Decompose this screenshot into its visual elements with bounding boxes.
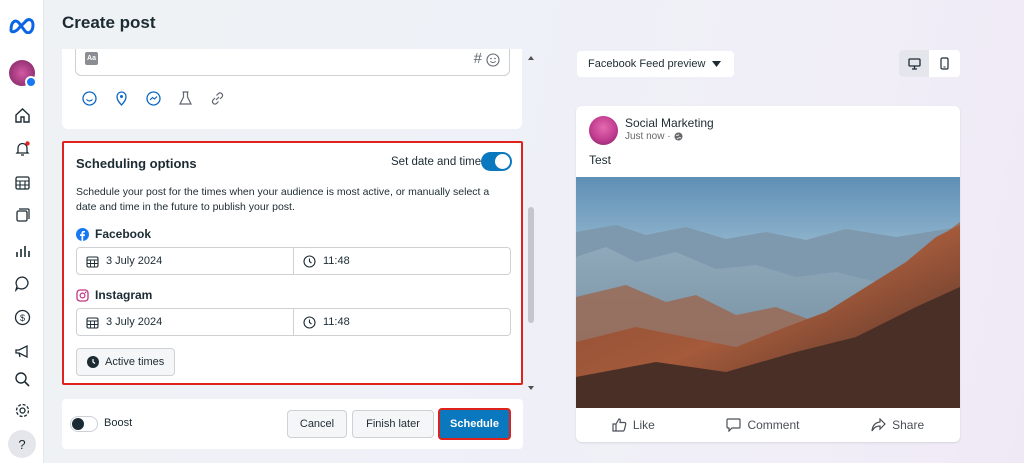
set-date-time-label: Set date and time: [391, 156, 482, 168]
messenger-icon[interactable]: [145, 90, 162, 107]
set-date-time-toggle[interactable]: [481, 152, 512, 171]
post-text-input[interactable]: Aa #: [75, 49, 510, 76]
inbox-icon[interactable]: [11, 272, 33, 294]
facebook-time-input[interactable]: 11:48: [293, 248, 510, 274]
scheduling-title: Scheduling options: [76, 156, 197, 171]
ads-icon[interactable]: [11, 340, 33, 362]
instagram-date-input[interactable]: 3 July 2024: [77, 309, 293, 335]
test-icon[interactable]: [177, 90, 194, 107]
active-times-label: Active times: [105, 356, 165, 368]
calendar-icon: [86, 316, 99, 329]
scheduling-options-panel: Scheduling options Set date and time Sch…: [62, 141, 523, 385]
location-icon[interactable]: [113, 90, 130, 107]
schedule-button[interactable]: Schedule: [438, 408, 511, 440]
comment-icon: [726, 418, 742, 432]
post-timestamp: Just now ·: [625, 131, 683, 142]
post-preview-card: Social Marketing Just now · Test Like Co: [576, 106, 960, 442]
notifications-icon[interactable]: [11, 137, 33, 159]
clock-filled-icon: [87, 356, 99, 368]
like-label: Like: [632, 418, 655, 432]
feeling-icon[interactable]: [81, 90, 98, 107]
instagram-platform-label: Instagram: [76, 288, 152, 302]
active-times-button[interactable]: Active times: [76, 348, 176, 376]
post-time-text: Just now ·: [625, 131, 671, 142]
boost-label: Boost: [104, 417, 133, 429]
share-icon: [871, 418, 886, 432]
emoji-icon[interactable]: [486, 53, 500, 67]
post-actions: Like Comment Share: [576, 408, 960, 442]
facebook-time-value: 11:48: [323, 255, 350, 267]
device-switcher: [899, 50, 960, 77]
facebook-date-input[interactable]: 3 July 2024: [77, 248, 293, 274]
page-avatar: [589, 116, 618, 145]
desktop-preview-button[interactable]: [899, 50, 929, 77]
scroll-down-icon[interactable]: [527, 385, 535, 391]
instagram-time-input[interactable]: 11:48: [293, 309, 510, 335]
scheduling-description: Schedule your post for the times when yo…: [76, 186, 490, 213]
caret-down-icon: [712, 61, 722, 67]
facebook-label: Facebook: [95, 227, 152, 241]
content-icon[interactable]: [11, 204, 33, 226]
search-icon[interactable]: [11, 368, 33, 390]
comment-button[interactable]: Comment: [726, 418, 799, 432]
mobile-icon: [939, 57, 949, 70]
facebook-platform-label: Facebook: [76, 227, 151, 241]
hashtag-icon[interactable]: #: [474, 50, 482, 67]
facebook-icon: [76, 227, 89, 241]
share-label: Share: [892, 418, 925, 432]
scrollbar-thumb[interactable]: [528, 207, 534, 323]
composer-footer: Boost Cancel Finish later Schedule: [62, 399, 523, 449]
like-icon: [612, 418, 627, 432]
monetization-icon[interactable]: $: [11, 306, 33, 328]
page-name: Social Marketing: [625, 116, 714, 130]
post-composer: Aa #: [62, 49, 522, 129]
planner-icon[interactable]: [11, 171, 33, 193]
account-avatar[interactable]: [8, 59, 37, 88]
clock-icon: [303, 254, 316, 268]
scroll-up-icon[interactable]: [527, 55, 535, 61]
post-text: Test: [589, 153, 612, 167]
finish-later-button[interactable]: Finish later: [352, 410, 434, 438]
composer-tools: [81, 90, 226, 107]
sidebar: $ ?: [0, 0, 44, 463]
instagram-label: Instagram: [95, 288, 153, 302]
mobile-preview-button[interactable]: [929, 50, 959, 77]
boost-toggle[interactable]: [70, 416, 98, 432]
desktop-icon: [907, 57, 921, 70]
instagram-icon: [76, 288, 89, 302]
preview-dropdown-label: Facebook Feed preview: [588, 58, 706, 70]
svg-text:$: $: [19, 313, 24, 323]
calendar-icon: [86, 255, 99, 268]
cancel-button[interactable]: Cancel: [287, 410, 347, 438]
meta-logo-icon[interactable]: [8, 14, 36, 36]
facebook-date-value: 3 July 2024: [106, 255, 163, 267]
instagram-date-value: 3 July 2024: [106, 316, 163, 328]
home-icon[interactable]: [11, 104, 33, 126]
like-button[interactable]: Like: [612, 418, 655, 432]
insights-icon[interactable]: [11, 239, 33, 261]
preview-placement-dropdown[interactable]: Facebook Feed preview: [577, 51, 734, 77]
share-button[interactable]: Share: [871, 418, 924, 432]
link-icon[interactable]: [209, 90, 226, 107]
globe-icon: [674, 132, 683, 141]
help-icon[interactable]: ?: [8, 430, 36, 458]
post-image: [576, 177, 960, 408]
comment-label: Comment: [747, 418, 800, 432]
composer-scrollbar[interactable]: [527, 51, 535, 391]
instagram-datetime-field: 3 July 2024 11:48: [76, 308, 511, 336]
instagram-time-value: 11:48: [323, 316, 350, 328]
facebook-datetime-field: 3 July 2024 11:48: [76, 247, 511, 275]
text-format-icon[interactable]: Aa: [85, 52, 98, 65]
page-title: Create post: [62, 13, 156, 32]
clock-icon: [303, 315, 316, 329]
settings-icon[interactable]: [11, 399, 33, 421]
